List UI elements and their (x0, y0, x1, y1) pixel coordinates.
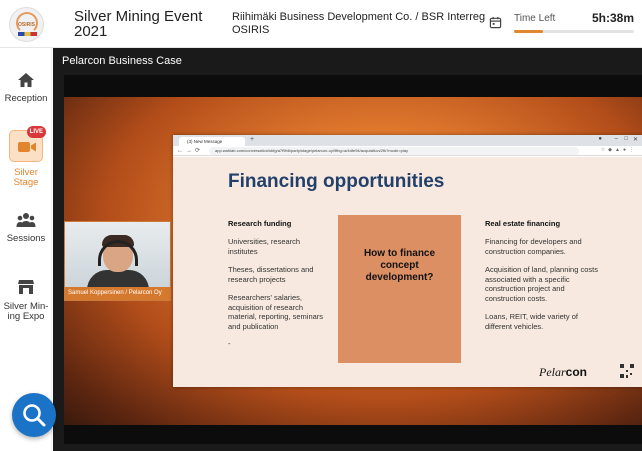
browser-tab: (3) New Message (179, 137, 245, 146)
search-icon (23, 404, 46, 427)
booth-icon (18, 280, 34, 294)
browser-extension-icons: ☆◆▲●⋮ (600, 147, 637, 153)
sidebar-item-silver-stage[interactable]: LIVE Silver Stage (0, 126, 52, 188)
right-paragraph: Financing for developers and constructio… (485, 237, 582, 256)
slide-title: Financing opportunities (228, 171, 445, 192)
sidebar-item-label: Reception (4, 93, 48, 104)
search-button[interactable] (12, 393, 56, 437)
sidebar: Reception LIVE Silver Stage Sessions Sil… (0, 48, 52, 451)
event-title: Silver Mining Event 2021 (74, 8, 203, 40)
sidebar-item-label: Sessions (6, 233, 46, 244)
sidebar-item-sessions[interactable]: Sessions (0, 212, 52, 244)
presentation-slide: Financing opportunities Research funding… (173, 157, 642, 387)
time-left-value: 5h:38m (591, 11, 634, 25)
browser-url: app.wahlab.com/conversation/sbfg/a7f9b6/… (209, 147, 579, 155)
minimize-icon: – (614, 136, 618, 142)
browser-tab-strip: (3) New Message + ● – □ ✕ (173, 135, 642, 146)
close-icon: ✕ (632, 137, 638, 143)
center-question: How to finance concept development? (363, 248, 436, 283)
time-progress-bar (514, 30, 634, 33)
new-tab-icon: + (250, 136, 255, 143)
left-paragraph: Universities, research institutes (228, 237, 301, 256)
qr-code-icon (620, 364, 634, 378)
sidebar-item-label: Silver Min-ing Expo (3, 301, 49, 322)
browser-address-bar: ←→⟳ app.wahlab.com/conversation/sbfg/a7f… (173, 146, 642, 156)
left-paragraph: - (228, 339, 231, 348)
right-paragraph: Acquisition of land, planning costs asso… (485, 265, 598, 303)
center-question-box: How to finance concept development? (338, 215, 461, 363)
people-icon (16, 213, 36, 227)
speaker-camera: Samuel Koppersinen / Pelarcon Oy (64, 221, 171, 301)
home-icon (18, 73, 34, 87)
time-progress-fill (514, 30, 543, 33)
event-logo[interactable]: OSIRIS (9, 7, 44, 42)
sidebar-item-silver-mining-expo[interactable]: Silver Min-ing Expo (0, 278, 52, 322)
sidebar-item-reception[interactable]: Reception (0, 72, 52, 104)
top-bar: OSIRIS Silver Mining Event 2021 Riihimäk… (0, 0, 642, 48)
right-heading: Real estate financing (485, 219, 561, 228)
silver-stage-tile: LIVE (9, 126, 46, 162)
left-paragraph: Researchers' salaries, acquisition of re… (228, 293, 324, 331)
video-camera-icon (18, 142, 36, 152)
live-badge: LIVE (26, 126, 46, 138)
speaker-name: Samuel Koppersinen / Pelarcon Oy (65, 287, 170, 300)
shared-browser-window: (3) New Message + ● – □ ✕ ←→⟳ app.wahlab… (173, 135, 642, 387)
calendar-icon[interactable] (489, 16, 502, 29)
left-paragraph: Theses, dissertations and research proje… (228, 265, 314, 284)
video-player[interactable]: Samuel Koppersinen / Pelarcon Oy (3) New… (64, 75, 642, 444)
stage-panel: Pelarcon Business Case Samuel Koppersine… (53, 48, 642, 451)
browser-nav-icons: ←→⟳ (177, 148, 204, 154)
sidebar-item-label: Silver Stage (13, 167, 39, 188)
pelarcon-logo: Pelarcon (539, 365, 588, 379)
app-root: OSIRIS Silver Mining Event 2021 Riihimäk… (0, 0, 642, 451)
stage-title: Pelarcon Business Case (62, 55, 182, 67)
organizer-name: Riihimäki Business Development Co. / BSR… (232, 11, 486, 36)
time-left-label: Time Left (514, 13, 556, 24)
profile-icon: ● (598, 136, 602, 142)
left-heading: Research funding (228, 219, 292, 228)
right-paragraph: Loans, REIT, wide variety of different v… (485, 312, 578, 331)
screen-share: Samuel Koppersinen / Pelarcon Oy (3) New… (64, 97, 642, 425)
maximize-icon: □ (624, 136, 628, 142)
